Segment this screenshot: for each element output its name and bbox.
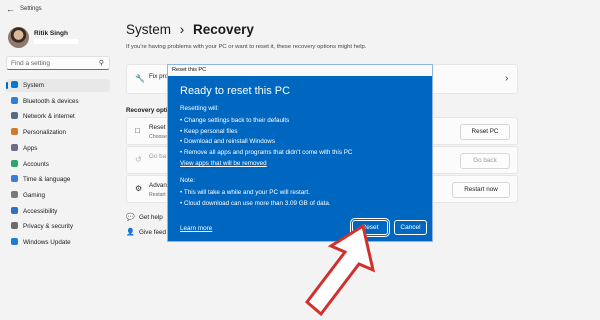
reset-pc-button[interactable]: Reset PC	[460, 124, 510, 140]
page-title: System › Recovery	[126, 22, 254, 37]
search-icon[interactable]: ⚲	[99, 59, 104, 67]
resetting-label: Resetting will:	[180, 105, 219, 112]
sidebar-item-network-internet[interactable]: Network & internet	[6, 110, 110, 123]
breadcrumb-current: Recovery	[193, 22, 254, 37]
sidebar-item-label: Gaming	[23, 191, 46, 199]
chevron-right-icon[interactable]: ›	[505, 73, 508, 84]
sidebar-item-label: Accounts	[23, 160, 49, 168]
wrench-icon: 🔧	[135, 74, 145, 83]
note-label: Note:	[180, 177, 196, 184]
sidebar-item-label: Network & internet	[23, 113, 75, 121]
dialog-heading: Ready to reset this PC	[180, 85, 291, 97]
sidebar-item-icon	[11, 143, 18, 151]
sidebar-item-label: System	[23, 82, 44, 89]
sidebar-item-icon	[11, 175, 18, 183]
app-title: Settings	[20, 6, 42, 12]
go-back-button[interactable]: Go back	[460, 153, 510, 169]
search-input[interactable]: Find a setting	[11, 60, 50, 67]
sidebar-item-accounts[interactable]: Accounts	[6, 158, 110, 171]
view-apps-link[interactable]: View apps that will be removed	[180, 160, 267, 167]
note-item: • Cloud download can use more than 3.09 …	[180, 199, 331, 207]
advanced-card-title: Advan	[149, 182, 167, 189]
dialog-cancel-button[interactable]: Cancel	[394, 220, 427, 235]
recovery-options-label: Recovery optio	[126, 107, 172, 114]
sidebar-item-label: Accessibility	[23, 207, 58, 215]
note-item: • This will take a while and your PC wil…	[180, 189, 310, 196]
sidebar-item-personalization[interactable]: Personalization	[6, 126, 110, 139]
reset-bullet-item: • Download and reinstall Windows	[180, 138, 275, 145]
reset-card-title: Reset t	[149, 124, 169, 131]
sidebar-item-time-language[interactable]: Time & language	[6, 173, 110, 186]
sidebar-item-icon	[11, 128, 18, 136]
sidebar-item-label: Apps	[23, 144, 38, 152]
restart-now-button[interactable]: Restart now	[452, 182, 510, 198]
sidebar-item-icon	[11, 96, 18, 104]
reset-card-subtitle: Choose	[149, 134, 167, 140]
breadcrumb-parent[interactable]: System	[126, 22, 171, 37]
fix-card-title: Fix pro	[149, 73, 169, 80]
sidebar-item-icon	[11, 206, 18, 214]
title-bar: ← Settings	[0, 0, 600, 20]
history-icon: ↺	[135, 155, 142, 164]
sidebar-item-label: Time & language	[23, 176, 71, 184]
reset-pc-dialog: Reset this PC Ready to reset this PC Res…	[167, 64, 433, 242]
sidebar-item-label: Personalization	[23, 129, 67, 137]
avatar[interactable]	[8, 27, 29, 48]
page-subtitle: If you're having problems with your PC o…	[126, 44, 367, 50]
go-back-card-title: Go ba	[149, 153, 167, 160]
learn-more-link[interactable]: Learn more	[180, 225, 212, 232]
sidebar-item-privacy-security[interactable]: Privacy & security	[6, 220, 110, 233]
back-arrow-icon[interactable]: ←	[6, 4, 15, 14]
feedback-icon: 👤	[126, 229, 135, 236]
dialog-window-title: Reset this PC	[172, 67, 207, 73]
sidebar-item-apps[interactable]: Apps	[6, 142, 110, 155]
breadcrumb-separator-icon: ›	[179, 22, 185, 37]
reset-bullet-item: • Keep personal files	[180, 127, 238, 135]
sidebar-item-icon	[11, 222, 18, 230]
sidebar-item-accessibility[interactable]: Accessibility	[6, 205, 110, 218]
sidebar-item-system[interactable]: System	[6, 79, 110, 92]
sidebar-item-icon	[11, 190, 18, 198]
advanced-startup-icon: ⚙	[135, 184, 143, 193]
sidebar-item-label: Bluetooth & devices	[23, 97, 79, 105]
search-box[interactable]: Find a setting ⚲	[6, 56, 110, 70]
user-name: Ritik Singh	[34, 30, 68, 37]
active-indicator	[6, 82, 8, 89]
reset-bullet-item: • Remove all apps and programs that didn…	[180, 148, 353, 156]
sidebar-item-label: Windows Update	[23, 239, 71, 246]
sidebar-item-icon	[11, 238, 18, 245]
sidebar-item-icon	[11, 112, 18, 120]
help-icon: 💬	[126, 214, 135, 221]
sidebar-item-icon	[11, 159, 18, 167]
advanced-card-subtitle: Restart	[149, 192, 166, 198]
dialog-title-bar: Reset this PC	[168, 65, 432, 76]
sidebar-item-icon	[11, 81, 18, 88]
sidebar-item-label: Privacy & security	[23, 223, 74, 231]
reset-bullet-item: • Change settings back to their defaults	[180, 117, 290, 124]
sidebar-item-gaming[interactable]: Gaming	[6, 189, 110, 202]
sidebar-item-windows-update[interactable]: Windows Update	[6, 236, 110, 249]
annotation-arrow-icon	[304, 223, 376, 317]
user-email-redacted	[34, 39, 78, 44]
sidebar-item-bluetooth-devices[interactable]: Bluetooth & devices	[6, 95, 110, 108]
reset-icon: □	[135, 126, 140, 135]
